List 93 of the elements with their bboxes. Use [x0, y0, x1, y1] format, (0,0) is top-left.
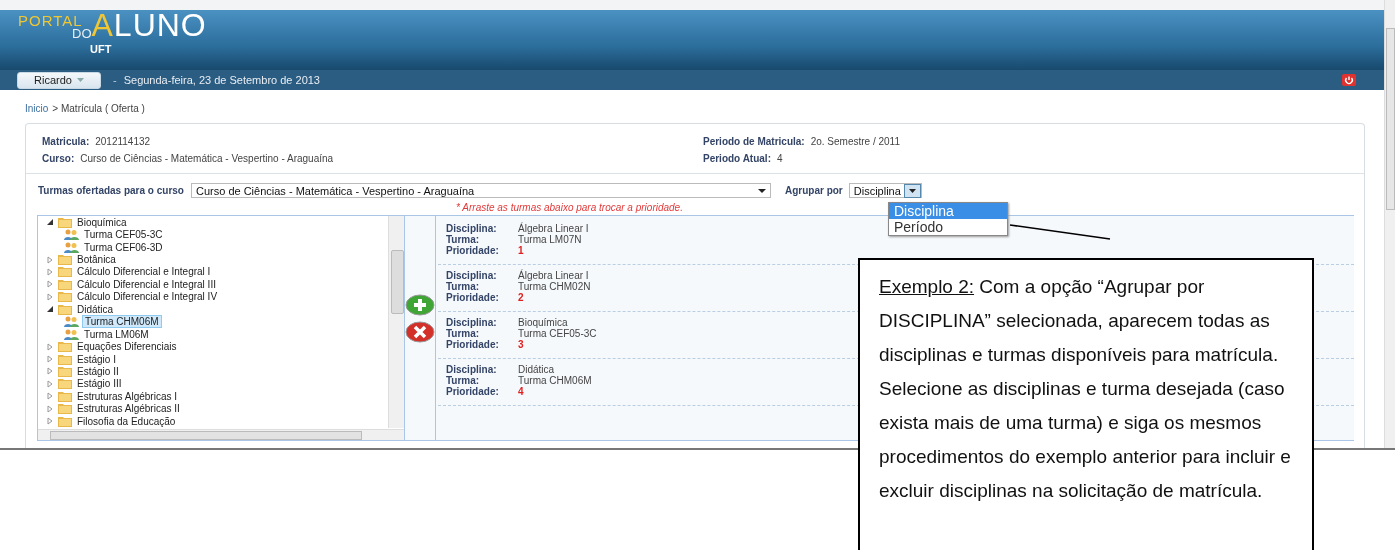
caret-icon: [76, 78, 84, 82]
field-label: Curso:: [42, 153, 75, 164]
tree-folder-item[interactable]: Estágio III: [75, 378, 124, 390]
folder-icon: [58, 353, 72, 365]
folder-icon: [58, 216, 72, 228]
field-label: Matricula:: [42, 136, 90, 147]
tree-class-item[interactable]: Turma CEF05-3C: [82, 229, 165, 241]
tree-folder-item[interactable]: Estágio I: [75, 353, 118, 365]
horizontal-scrollbar[interactable]: [38, 428, 404, 440]
discipline-value: Álgebra Linear I: [518, 270, 589, 281]
tree-folder-item[interactable]: Cálculo Diferencial e Integral I: [75, 266, 213, 278]
folder-icon: [58, 365, 72, 377]
discipline-value: Didática: [518, 364, 555, 375]
tree-class-item[interactable]: Turma CEF06-3D: [82, 241, 165, 253]
tree-folder-item[interactable]: Estruturas Algébricas II: [75, 403, 182, 415]
tree-folder-item[interactable]: Estágio II: [75, 365, 121, 377]
tree-folder-item[interactable]: Didática: [75, 303, 116, 315]
field-label: Prioridade:: [446, 339, 499, 350]
field-label: Prioridade:: [446, 245, 499, 256]
folder-icon: [58, 378, 72, 390]
tree-folder-item[interactable]: Cálculo Diferencial e Integral III: [75, 278, 218, 290]
class-value: Turma CHM02N: [518, 281, 591, 292]
field-label: Turma:: [446, 375, 480, 386]
callout-text: Exemplo 2: Com a opção “Agrupar por DISCIPLINA” selecionada, aparecem todas as disciplinas e turmas disponíveis para matrícula. Selecione as disciplinas e turma desejada (caso exista mais de uma turma) e siga os mesmos procedimentos do exemplo anterior para incluir e excluir disciplinas na solicitação de matrícula.: [879, 275, 1292, 503]
home-link[interactable]: Inicio: [25, 103, 49, 114]
field-label: Turma:: [446, 328, 480, 339]
caret-icon: [758, 188, 766, 193]
page-scrollbar[interactable]: [1384, 0, 1395, 448]
folder-icon: [58, 341, 72, 353]
field-label: Periodo Atual:: [703, 153, 771, 164]
logo-text: UFT: [90, 43, 113, 55]
priority-value: 4: [518, 386, 524, 397]
class-value: Turma CHM06M: [518, 375, 592, 386]
hint-text: * Arraste as turmas abaixo para trocar a prioridade.: [456, 202, 683, 215]
course-label: Turmas ofertadas para o curso: [38, 185, 184, 196]
group-select[interactable]: Disciplina: [848, 183, 922, 198]
vertical-scrollbar[interactable]: [388, 216, 404, 428]
expander-icon[interactable]: [46, 218, 55, 227]
logo-text: PORTAL: [18, 13, 84, 28]
field-label: Periodo de Matricula:: [703, 136, 805, 147]
tree-folder-item[interactable]: Bioquímica: [75, 216, 129, 228]
expander-icon[interactable]: [46, 305, 55, 314]
people-icon: [64, 316, 79, 328]
logo-text: ALUNO: [91, 10, 207, 40]
people-icon: [64, 241, 79, 253]
group-label: Agrupar por: [785, 185, 843, 196]
remove-icon[interactable]: [405, 320, 435, 343]
folder-icon: [58, 254, 72, 266]
priority-value: 2: [518, 292, 524, 303]
priority-value: 1: [518, 245, 524, 256]
tree-folder-item[interactable]: Estruturas Algébricas I: [75, 390, 180, 402]
field-label: Disciplina:: [446, 364, 497, 375]
field-label: Prioridade:: [446, 292, 499, 303]
folder-icon: [58, 303, 72, 315]
folder-icon: [58, 266, 72, 278]
tree-folder-item[interactable]: Filosofia da Educação: [75, 415, 178, 427]
logo-text: DO: [72, 28, 92, 40]
caret-icon: [908, 188, 916, 193]
folder-icon: [58, 403, 72, 415]
field-label: Turma:: [446, 234, 480, 245]
date-text: Segunda-feira, 23 de Setembro de 2013: [123, 74, 320, 86]
tree-class-item[interactable]: Turma LM06M: [82, 328, 151, 340]
people-icon: [64, 328, 79, 340]
class-value: Turma CEF05-3C: [518, 328, 597, 339]
add-icon[interactable]: [405, 293, 435, 316]
people-icon: [64, 229, 79, 241]
tree-class-item[interactable]: Turma CHM06M: [82, 315, 162, 329]
discipline-value: Bioquímica: [518, 317, 568, 328]
class-value: Turma LM07N: [518, 234, 582, 245]
field-label: Disciplina:: [446, 270, 497, 281]
tree-folder-item[interactable]: Equações Diferenciais: [75, 341, 179, 353]
field-label: Disciplina:: [446, 223, 497, 234]
field-label: Prioridade:: [446, 386, 499, 397]
folder-icon: [58, 390, 72, 402]
field-value: 4: [776, 153, 783, 164]
user-menu-button[interactable]: Ricardo: [17, 71, 101, 89]
folder-icon: [58, 278, 72, 290]
dropdown-option[interactable]: Período: [889, 219, 1007, 235]
discipline-value: Álgebra Linear I: [518, 223, 589, 234]
course-select[interactable]: Curso de Ciências - Matemática - Vespertino - Araguaína: [191, 183, 771, 198]
field-value: 2o. Semestre / 2011: [810, 136, 900, 147]
field-label: Disciplina:: [446, 317, 497, 328]
breadcrumb-text: > Matrícula ( Oferta ): [52, 103, 145, 114]
separator-text: -: [113, 74, 117, 86]
field-label: Turma:: [446, 281, 480, 292]
folder-icon: [58, 291, 72, 303]
field-value: Curso de Ciências - Matemática - Vespertino - Araguaína: [80, 153, 334, 164]
folder-icon: [58, 415, 72, 427]
tree-folder-item[interactable]: Cálculo Diferencial e Integral IV: [75, 291, 220, 303]
field-value: 2012114132: [95, 136, 151, 147]
priority-value: 3: [518, 339, 524, 350]
power-icon[interactable]: [1342, 74, 1356, 86]
tree-folder-item[interactable]: Botânica: [75, 254, 118, 266]
